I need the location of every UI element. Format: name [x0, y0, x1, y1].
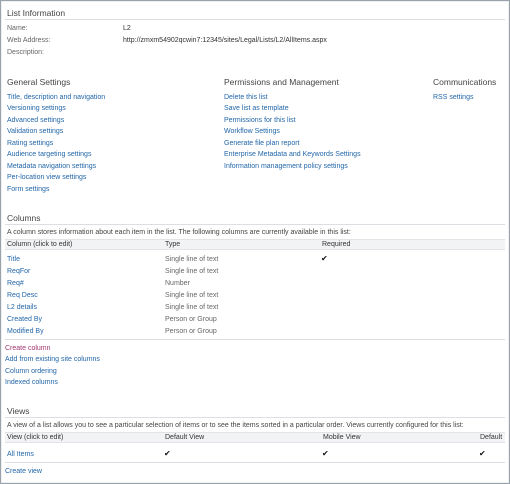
- views-table-header: View (click to edit) Default View Mobile…: [5, 432, 505, 443]
- validation-settings-link[interactable]: Validation settings: [7, 128, 63, 135]
- default-mobile-view-header: Default: [480, 434, 503, 441]
- mobile-view-check-icon: ✔: [322, 449, 329, 458]
- generate-file-plan-report-link[interactable]: Generate file plan report: [224, 140, 300, 147]
- column-created-by-link[interactable]: Created By: [7, 316, 42, 323]
- add-from-site-columns-link[interactable]: Add from existing site columns: [5, 356, 100, 363]
- column-type-cell: Person or Group: [165, 316, 217, 323]
- column-type-header: Type: [165, 241, 181, 248]
- columns-table-bottom-divider: [5, 339, 505, 340]
- column-title-link[interactable]: Title: [7, 256, 20, 263]
- audience-targeting-settings-link[interactable]: Audience targeting settings: [7, 151, 91, 158]
- views-heading: Views: [7, 406, 30, 416]
- enterprise-metadata-keywords-link[interactable]: Enterprise Metadata and Keywords Setting…: [224, 151, 361, 158]
- web-address-value: http://zmxm54902qcwin7:12345/sites/Legal…: [123, 37, 327, 44]
- workflow-settings-link[interactable]: Workflow Settings: [224, 128, 280, 135]
- advanced-settings-link[interactable]: Advanced settings: [7, 117, 64, 124]
- web-address-label: Web Address:: [7, 37, 51, 44]
- form-settings-link[interactable]: Form settings: [7, 186, 49, 193]
- default-view-header: Default View: [165, 434, 205, 441]
- list-settings-page: List Information Name: L2 Web Address: h…: [0, 0, 510, 484]
- name-value: L2: [123, 25, 131, 32]
- metadata-navigation-settings-link[interactable]: Metadata navigation settings: [7, 163, 96, 170]
- column-reqnum-link[interactable]: Req#: [7, 280, 24, 287]
- create-column-link[interactable]: Create column: [5, 345, 51, 352]
- default-mobile-check-icon: ✔: [479, 449, 486, 458]
- general-settings-heading: General Settings: [7, 77, 71, 87]
- column-req-desc-link[interactable]: Req Desc: [7, 292, 38, 299]
- default-view-check-icon: ✔: [164, 449, 171, 458]
- columns-divider: [5, 224, 505, 225]
- list-information-heading: List Information: [7, 8, 66, 18]
- create-view-link[interactable]: Create view: [5, 468, 42, 475]
- column-type-cell: Person or Group: [165, 328, 217, 335]
- view-all-items-link[interactable]: All Items: [7, 451, 34, 458]
- column-l2-details-link[interactable]: L2 details: [7, 304, 37, 311]
- delete-list-link[interactable]: Delete this list: [224, 94, 268, 101]
- views-divider: [5, 417, 505, 418]
- columns-description: A column stores information about each i…: [7, 229, 351, 236]
- required-check-icon: ✔: [321, 254, 328, 263]
- rating-settings-link[interactable]: Rating settings: [7, 140, 53, 147]
- column-type-cell: Single line of text: [165, 304, 219, 311]
- description-label: Description:: [7, 49, 44, 56]
- view-name-header[interactable]: View (click to edit): [7, 434, 63, 441]
- column-reqfor-link[interactable]: ReqFor: [7, 268, 30, 275]
- indexed-columns-link[interactable]: Indexed columns: [5, 379, 58, 386]
- permissions-heading: Permissions and Management: [224, 77, 339, 87]
- per-location-view-settings-link[interactable]: Per-location view settings: [7, 174, 86, 181]
- list-information-divider: [5, 19, 505, 20]
- communications-heading: Communications: [433, 77, 497, 87]
- list-permissions-link[interactable]: Permissions for this list: [224, 117, 296, 124]
- versioning-settings-link[interactable]: Versioning settings: [7, 105, 66, 112]
- views-description: A view of a list allows you to see a par…: [7, 422, 464, 429]
- column-type-cell: Single line of text: [165, 256, 219, 263]
- columns-heading: Columns: [7, 213, 41, 223]
- save-as-template-link[interactable]: Save list as template: [224, 105, 289, 112]
- information-management-policy-link[interactable]: Information management policy settings: [224, 163, 348, 170]
- column-type-cell: Single line of text: [165, 292, 219, 299]
- column-modified-by-link[interactable]: Modified By: [7, 328, 44, 335]
- name-label: Name:: [7, 25, 28, 32]
- rss-settings-link[interactable]: RSS settings: [433, 94, 473, 101]
- mobile-view-header: Mobile View: [323, 434, 361, 441]
- title-description-navigation-link[interactable]: Title, description and navigation: [7, 94, 105, 101]
- column-name-header[interactable]: Column (click to edit): [7, 241, 72, 248]
- column-type-cell: Number: [165, 280, 190, 287]
- columns-table-header: Column (click to edit) Type Required: [5, 239, 505, 250]
- column-required-header: Required: [322, 241, 351, 248]
- column-type-cell: Single line of text: [165, 268, 219, 275]
- views-table-bottom-divider: [5, 462, 505, 463]
- column-ordering-link[interactable]: Column ordering: [5, 368, 57, 375]
